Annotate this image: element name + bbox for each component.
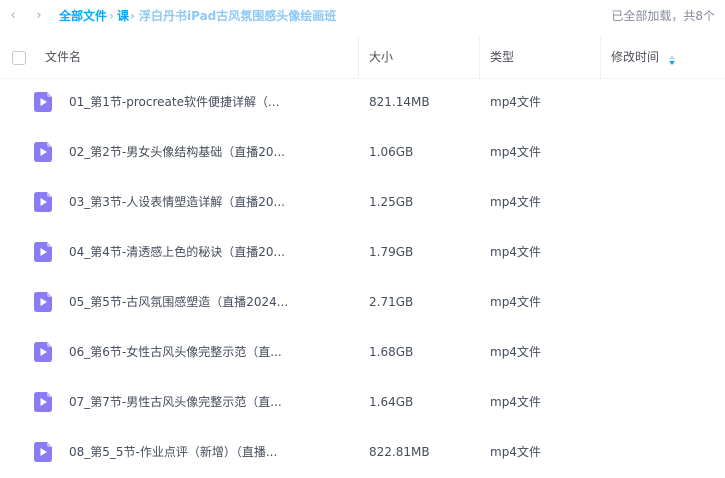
file-size: 1.06GB (369, 145, 414, 159)
video-file-icon (34, 392, 52, 412)
file-row[interactable]: 02_第2节-男女头像结构基础（直播20... 1.06GB mp4文件 (0, 128, 725, 178)
file-type: mp4文件 (490, 445, 541, 459)
video-file-icon (34, 192, 52, 212)
file-size: 2.71GB (369, 295, 414, 309)
file-size: 1.25GB (369, 195, 414, 209)
video-file-icon (34, 142, 52, 162)
file-name[interactable]: 08_第5_5节-作业点评（新增）（直播... (69, 444, 277, 461)
forward-arrow-icon[interactable]: › (30, 7, 48, 25)
file-type: mp4文件 (490, 145, 541, 159)
breadcrumb-current: 浮白丹书iPad古风氛围感头像绘画班 (139, 9, 337, 23)
select-all-checkbox[interactable] (12, 51, 26, 65)
file-row[interactable]: 07_第7节-男性古风头像完整示范（直... 1.64GB mp4文件 (0, 378, 725, 428)
file-row[interactable]: 06_第6节-女性古风头像完整示范（直... 1.68GB mp4文件 (0, 328, 725, 378)
video-file-icon (34, 292, 52, 312)
file-row[interactable]: 03_第3节-人设表情塑造详解（直播20... 1.25GB mp4文件 (0, 178, 725, 228)
file-name[interactable]: 06_第6节-女性古风头像完整示范（直... (69, 344, 282, 361)
file-size: 821.14MB (369, 95, 430, 109)
file-size: 822.81MB (369, 445, 430, 459)
file-row[interactable]: 01_第1节-procreate软件便捷详解（... 821.14MB mp4文件 (0, 78, 725, 128)
breadcrumb-root[interactable]: 全部文件 (59, 8, 107, 25)
video-file-icon (34, 342, 52, 362)
file-type: mp4文件 (490, 95, 541, 109)
file-type: mp4文件 (490, 295, 541, 309)
file-row[interactable]: 05_第5节-古风氛围感塑造（直播2024... 2.71GB mp4文件 (0, 278, 725, 328)
column-divider (358, 36, 359, 78)
breadcrumb-separator: › (130, 9, 135, 23)
column-name-header[interactable]: 文件名 (45, 49, 81, 66)
file-list-header: 文件名 大小 类型 修改时间 (0, 36, 725, 79)
file-row[interactable]: 08_第5_5节-作业点评（新增）（直播... 822.81MB mp4文件 (0, 428, 725, 478)
column-size-header[interactable]: 大小 (369, 49, 393, 66)
file-name[interactable]: 01_第1节-procreate软件便捷详解（... (69, 94, 279, 111)
file-size: 1.64GB (369, 395, 414, 409)
file-name[interactable]: 07_第7节-男性古风头像完整示范（直... (69, 394, 282, 411)
file-name[interactable]: 02_第2节-男女头像结构基础（直播20... (69, 144, 285, 161)
video-file-icon (34, 442, 52, 462)
column-divider (600, 36, 601, 78)
file-name[interactable]: 04_第4节-清透感上色的秘诀（直播20... (69, 244, 285, 261)
breadcrumb-level1[interactable]: 课 (117, 8, 129, 25)
top-bar: ‹ › 全部文件 › 课 › 浮白丹书iPad古风氛围感头像绘画班 已全部加载，… (0, 0, 725, 34)
file-name[interactable]: 05_第5节-古风氛围感塑造（直播2024... (69, 294, 288, 311)
file-row[interactable]: 04_第4节-清透感上色的秘诀（直播20... 1.79GB mp4文件 (0, 228, 725, 278)
column-modified-header[interactable]: 修改时间 (611, 49, 659, 66)
column-type-header[interactable]: 类型 (490, 49, 514, 66)
back-arrow-icon[interactable]: ‹ (4, 7, 22, 25)
file-type: mp4文件 (490, 245, 541, 259)
file-type: mp4文件 (490, 195, 541, 209)
file-size: 1.79GB (369, 245, 414, 259)
breadcrumb-separator: › (109, 9, 114, 23)
file-type: mp4文件 (490, 345, 541, 359)
column-divider (479, 36, 480, 78)
load-status: 已全部加载，共8个 (611, 9, 715, 23)
file-name[interactable]: 03_第3节-人设表情塑造详解（直播20... (69, 194, 285, 211)
video-file-icon (34, 242, 52, 262)
video-file-icon (34, 92, 52, 112)
file-size: 1.68GB (369, 345, 414, 359)
file-type: mp4文件 (490, 395, 541, 409)
sort-icon[interactable] (669, 55, 675, 65)
